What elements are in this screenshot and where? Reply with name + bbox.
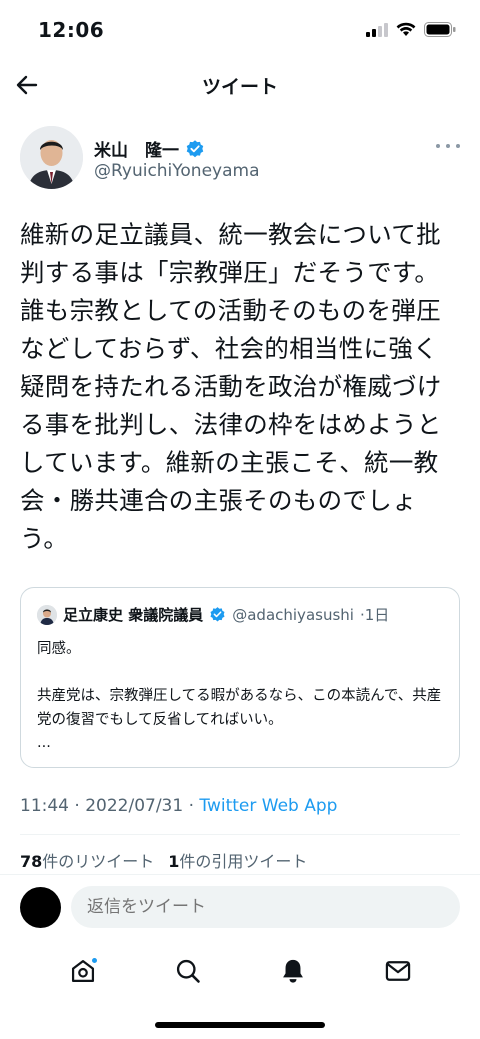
tweet-meta: 11:44 · 2022/07/31 · Twitter Web App: [20, 796, 337, 816]
quotes-stat[interactable]: 1件の引用ツイート: [168, 848, 307, 872]
nav-bar: ツイート: [0, 62, 480, 108]
quoted-tweet-header: 足立康史 衆議院議員 @adachiyasushi ·1日: [37, 604, 389, 625]
quoted-tweet[interactable]: 足立康史 衆議院議員 @adachiyasushi ·1日 同感。 共産党は、宗…: [20, 587, 460, 768]
tab-home[interactable]: [63, 951, 103, 991]
tweet-timestamp: 11:44 · 2022/07/31 ·: [20, 796, 200, 816]
status-bar: 12:06: [0, 0, 480, 62]
more-icon[interactable]: [436, 138, 460, 154]
battery-icon: [424, 22, 456, 37]
bottom-tab-bar: [0, 936, 480, 1006]
wifi-icon: [396, 22, 416, 36]
page-title: ツイート: [201, 76, 278, 98]
author-avatar[interactable]: [20, 126, 83, 189]
retweets-label: 件のリツイート: [42, 852, 155, 871]
messages-envelope-icon: [385, 961, 410, 981]
tweet-source-link[interactable]: Twitter Web App: [199, 796, 337, 816]
quoted-author-name: 足立康史 衆議院議員: [63, 606, 204, 624]
quotes-label: 件の引用ツイート: [179, 852, 308, 871]
tab-messages[interactable]: [378, 951, 418, 991]
quotes-count: 1: [168, 852, 180, 871]
status-icons: [366, 22, 456, 37]
tweet-author: 米山 隆一 @RyuichiYoneyama: [20, 126, 460, 192]
quoted-avatar: [37, 604, 57, 625]
home-notification-dot: [90, 957, 98, 964]
cellular-signal-icon: [366, 22, 388, 37]
tweet-stats: 78件のリツイート 1件の引用ツイート: [20, 848, 307, 872]
author-handle: @RyuichiYoneyama: [94, 161, 260, 181]
author-name-row: 米山 隆一: [94, 136, 205, 161]
verified-badge-icon: [186, 139, 204, 157]
search-icon: [176, 959, 200, 983]
divider: [20, 834, 460, 835]
status-time: 12:06: [38, 18, 105, 42]
author-name[interactable]: 米山 隆一: [94, 136, 179, 161]
quoted-author-handle: @adachiyasushi: [232, 605, 354, 624]
user-avatar[interactable]: [20, 887, 61, 928]
reply-input[interactable]: [71, 886, 460, 928]
home-indicator: [155, 1022, 325, 1028]
retweets-count: 78: [20, 852, 43, 871]
author-avatar-image: [20, 126, 83, 189]
tab-notifications[interactable]: [273, 951, 313, 991]
reply-bar: [0, 874, 480, 936]
retweets-stat[interactable]: 78件のリツイート: [20, 848, 154, 872]
verified-badge-icon: [210, 607, 225, 622]
tab-search[interactable]: [168, 951, 208, 991]
quoted-tweet-text: 同感。 共産党は、宗教弾圧してる暇があるなら、この本読んで、共産党の復習でもして…: [37, 641, 442, 751]
notifications-bell-icon: [282, 959, 303, 983]
quoted-timestamp: ·1日: [359, 606, 390, 624]
tweet-text: 維新の足立議員、統一教会について批判する事は「宗教弾圧」だそうです。誰も宗教とし…: [20, 220, 442, 553]
